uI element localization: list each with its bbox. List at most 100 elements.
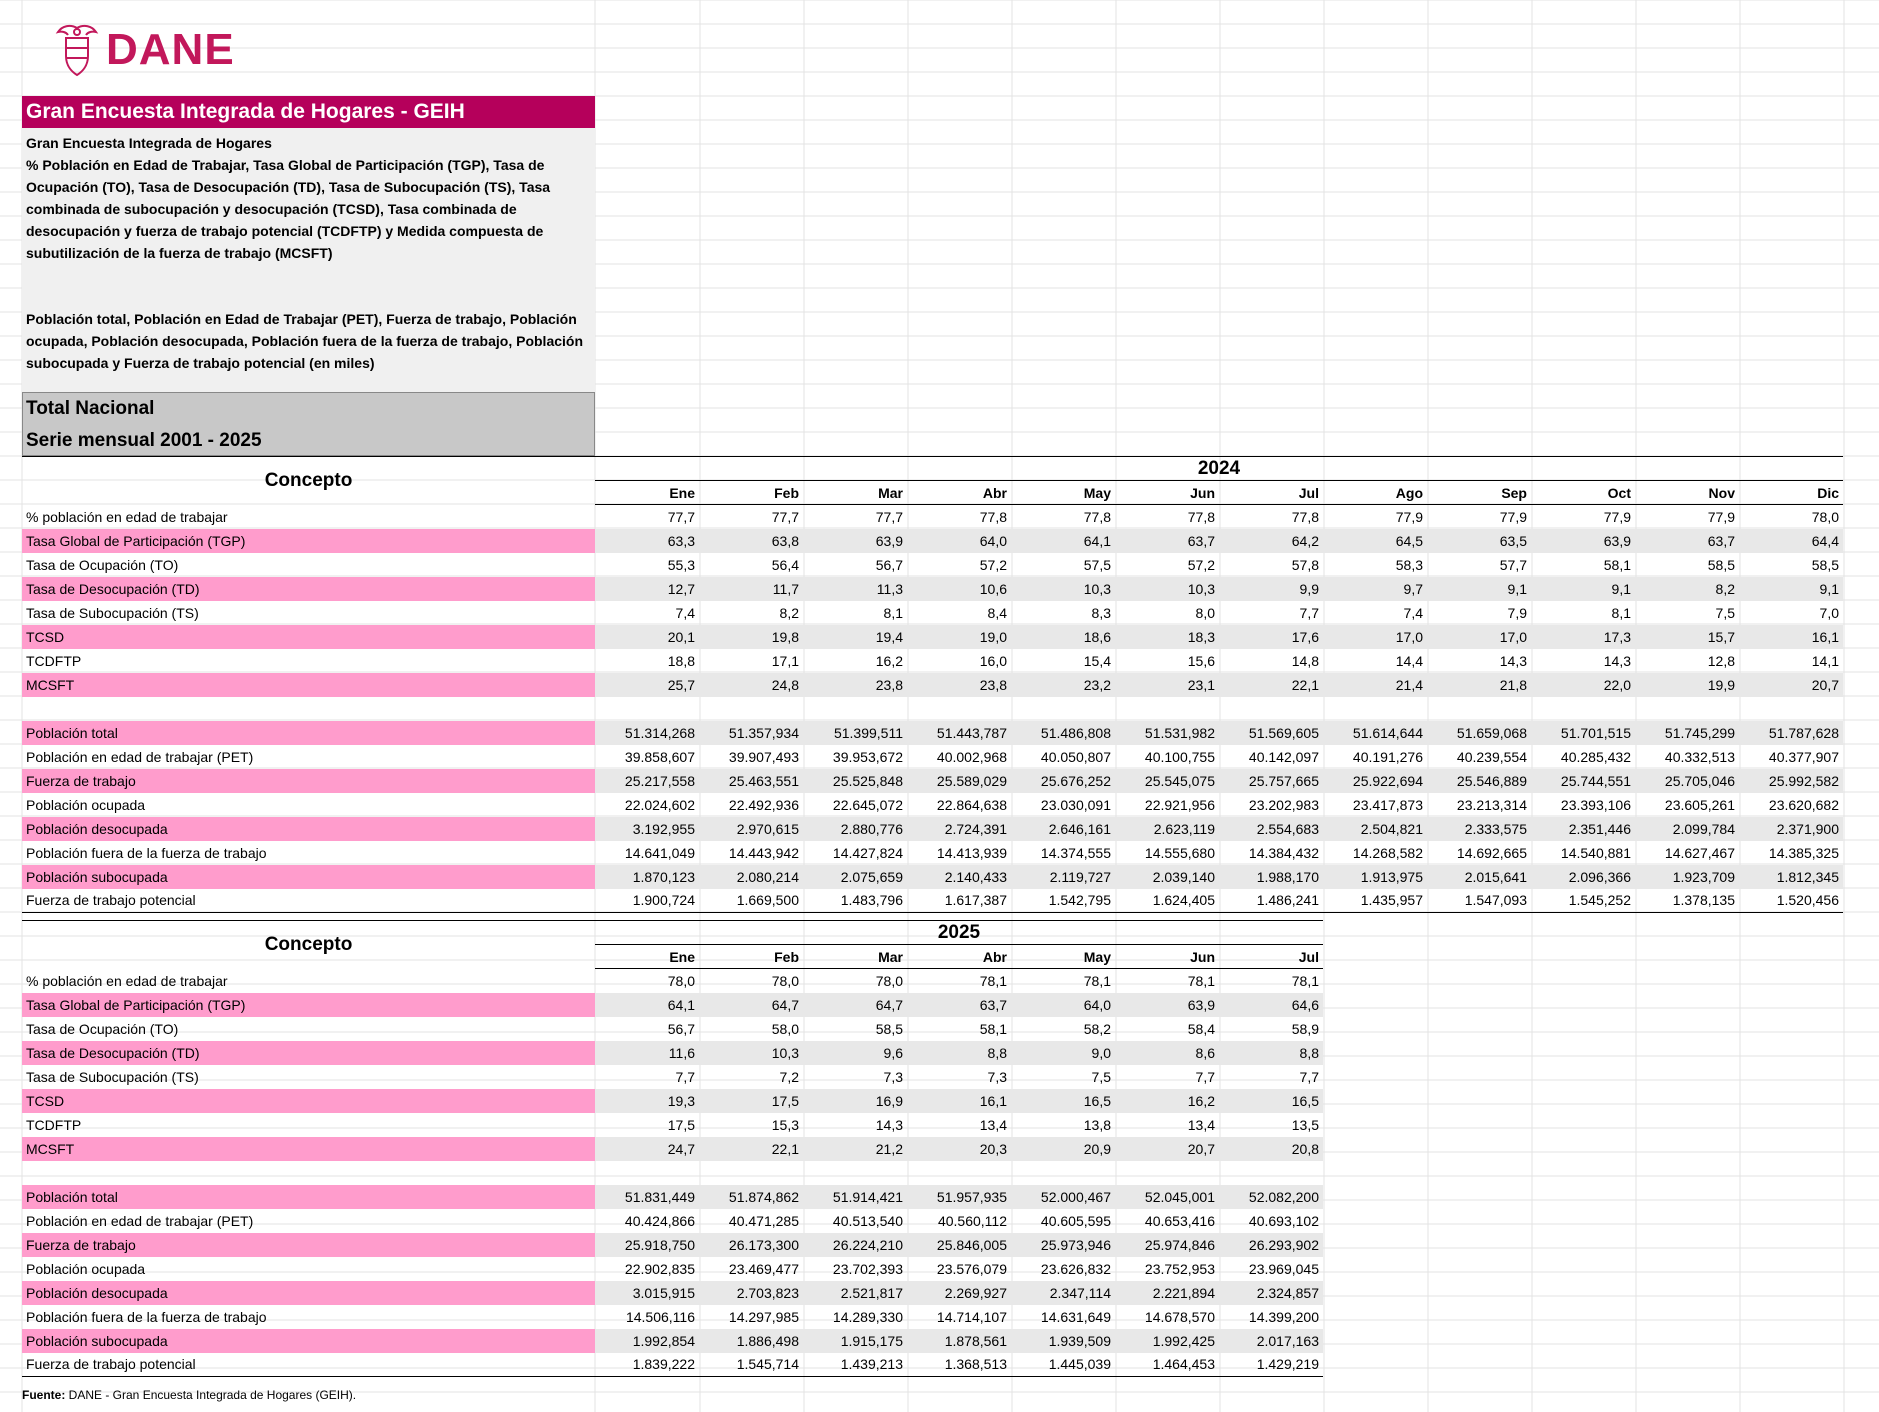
cell-value: 21,8 [1427,672,1531,697]
cell-value: 55,3 [667,556,695,573]
cell-value: 23.213,314 [1456,796,1527,813]
cell-value: 64,4 [1739,528,1843,553]
cell-value: 25.589,029 [907,768,1011,793]
cell-value: 1.992,425 [1115,1328,1219,1353]
year-header: 2024 [595,456,1843,481]
cell-value: 7,9 [1507,604,1527,621]
cell-value: 1.624,405 [1115,888,1219,913]
cell-value: 16,2 [875,652,903,669]
cell-value: 1.915,175 [803,1328,907,1353]
row-label: Población desocupada [22,1280,595,1305]
cell-value: 40.377,907 [1768,748,1839,765]
table-row: Población total 51.831,449 51.874,862 51.91… [22,1184,1323,1209]
cell-value: 8,8 [907,1040,1011,1065]
cell-value: 8,3 [1091,604,1111,621]
cell-value: 2.119,727 [1011,864,1115,889]
cell-value: 51.357,934 [699,720,803,745]
cell-value: 7,3 [987,1068,1007,1085]
cell-value: 77,7 [875,508,903,525]
month-header: Feb [699,944,803,969]
cell-value: 57,5 [1083,556,1111,573]
cell-value: 7,7 [675,1068,695,1085]
month-header: Dic [1739,480,1843,505]
row-label: Tasa de Ocupación (TO) [26,556,179,573]
row-label: Población fuera de la fuerza de trabajo [26,844,267,861]
table-row: Tasa de Subocupación (TS) 7,7 7,2 7,3 7,3 7,5… [22,1065,1323,1089]
cell-value: 2.039,140 [1115,864,1219,889]
table-row: TCDFTP 18,8 17,1 16,2 16,0 15,4 15,6 14,8 14,4 14… [22,649,1843,673]
cell-value: 23,1 [1115,672,1219,697]
row-label: Tasa de Desocupación (TD) [22,576,595,601]
cell-value: 77,8 [1187,508,1215,525]
row-label: Tasa de Desocupación (TD) [22,1040,595,1065]
cell-value: 17,0 [1427,624,1531,649]
table-row: Fuerza de trabajo 25.217,558 25.463,551 25.… [22,768,1843,793]
row-label: Población subocupada [22,1328,595,1353]
cell-value: 57,7 [1499,556,1527,573]
row-label: Población en edad de trabajar (PET) [26,748,254,765]
month-header: Jul [1219,944,1323,969]
cell-value: 7,5 [1091,1068,1111,1085]
cell-value: 1.439,213 [803,1352,907,1377]
cell-value: 7,4 [1403,604,1423,621]
cell-value: 23.393,106 [1560,796,1631,813]
cell-value: 40.191,276 [1352,748,1423,765]
cell-value: 1.545,714 [699,1352,803,1377]
data-table-2024: Concepto 2024 Ene Feb Mar Abr May Jun Jul Ago Sep O… [22,456,1843,913]
row-label: Tasa Global de Participación (TGP) [22,528,595,553]
cell-value: 2.724,391 [907,816,1011,841]
cell-value: 8,4 [987,604,1007,621]
cell-value: 25.846,005 [907,1232,1011,1257]
cell-value: 2.017,163 [1219,1328,1323,1353]
cell-value: 51.874,862 [699,1184,803,1209]
cell-value: 20,7 [1115,1136,1219,1161]
cell-value: 1.992,854 [595,1328,699,1353]
cell-value: 78,0 [667,972,695,989]
cell-value: 2.554,683 [1219,816,1323,841]
cell-value: 40.424,866 [624,1212,695,1229]
cell-value: 7,4 [675,604,695,621]
cell-value: 14,4 [1395,652,1423,669]
concept-header: Concepto [22,456,595,505]
cell-value: 7,2 [779,1068,799,1085]
cell-value: 58,2 [1083,1020,1111,1037]
cell-value: 2.970,615 [699,816,803,841]
cell-value: 2.221,894 [1115,1280,1219,1305]
blank-cell [22,1161,1323,1185]
cell-value: 40.050,807 [1040,748,1111,765]
cell-value: 64,1 [595,992,699,1017]
month-header: Jun [1115,944,1219,969]
row-label: Población en edad de trabajar (PET) [26,1212,254,1229]
cell-value: 10,3 [699,1040,803,1065]
cell-value: 51.314,268 [595,720,699,745]
row-label: MCSFT [22,1136,595,1161]
cell-value: 40.653,416 [1144,1212,1215,1229]
row-label: % población en edad de trabajar [26,508,228,525]
cell-value: 40.002,968 [936,748,1007,765]
cell-value: 14,1 [1811,652,1839,669]
cell-value: 2.351,446 [1531,816,1635,841]
cell-value: 17,0 [1323,624,1427,649]
cell-value: 1.464,453 [1115,1352,1219,1377]
cell-value: 3.192,955 [595,816,699,841]
cell-value: 64,6 [1219,992,1323,1017]
cell-value: 13,4 [979,1116,1007,1133]
table-row: MCSFT 24,7 22,1 21,2 20,3 20,9 20,7 20,8 [22,1136,1323,1161]
description-line-3: Población total, Población en Edad de Tr… [26,311,584,371]
cell-value: 51.569,605 [1219,720,1323,745]
cell-value: 9,9 [1219,576,1323,601]
table-row: Población en edad de trabajar (PET) 40.42… [22,1209,1323,1233]
cell-value: 78,0 [1811,508,1839,525]
cell-value: 77,8 [979,508,1007,525]
cell-value: 1.913,975 [1323,864,1427,889]
cell-value: 23.752,953 [1144,1260,1215,1277]
cell-value: 64,1 [1011,528,1115,553]
month-header: Ago [1323,480,1427,505]
cell-value: 77,9 [1395,508,1423,525]
cell-value: 56,7 [875,556,903,573]
month-header: Feb [699,480,803,505]
table-row: Tasa de Desocupación (TD) 12,7 11,7 11,3 10,… [22,576,1843,601]
month-header: Jun [1115,480,1219,505]
cell-value: 17,3 [1531,624,1635,649]
cell-value: 9,0 [1011,1040,1115,1065]
